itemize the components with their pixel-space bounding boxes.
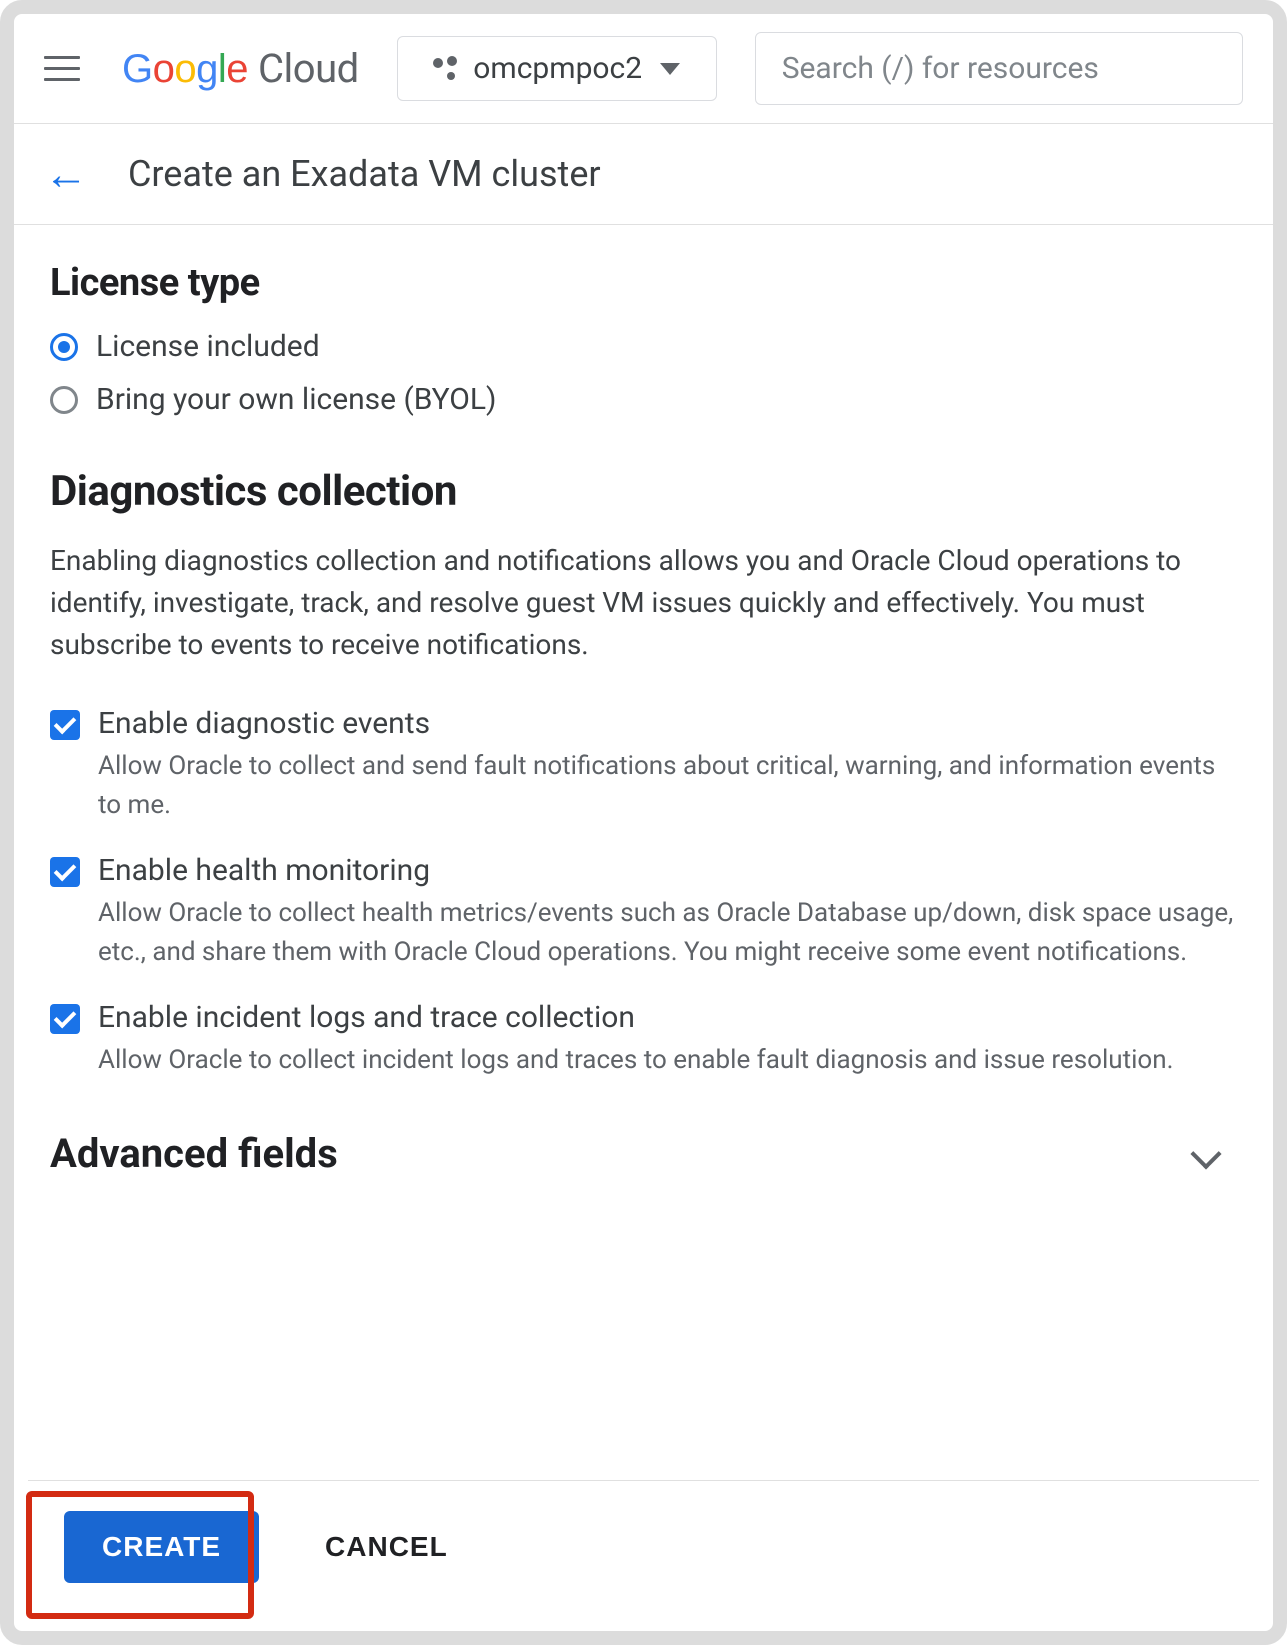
main-content: License type License included Bring your… <box>14 225 1273 1496</box>
logo-letter: g <box>196 47 218 91</box>
radio-label: Bring your own license (BYOL) <box>96 382 497 417</box>
diagnostics-description: Enabling diagnostics collection and noti… <box>50 540 1237 666</box>
logo-letter: o <box>174 47 196 91</box>
create-button[interactable]: CREATE <box>64 1511 259 1583</box>
project-icon <box>433 58 455 80</box>
checkbox-sublabel: Allow Oracle to collect incident logs an… <box>98 1041 1173 1080</box>
checkbox-sublabel: Allow Oracle to collect health metrics/e… <box>98 894 1237 972</box>
checkbox-label: Enable diagnostic events <box>98 706 1237 741</box>
project-picker[interactable]: omcpmpoc2 <box>397 36 717 101</box>
google-cloud-logo[interactable]: Google Cloud <box>122 45 359 92</box>
footer-bar: CREATE CANCEL <box>28 1480 1259 1617</box>
logo-letter: o <box>153 47 175 91</box>
checkbox-diagnostic-events[interactable]: Enable diagnostic events Allow Oracle to… <box>50 706 1237 825</box>
checkbox-icon <box>50 710 80 740</box>
checkbox-icon <box>50 1004 80 1034</box>
radio-icon <box>50 333 78 361</box>
radio-icon <box>50 386 78 414</box>
logo-cloud-text: Cloud <box>258 45 359 92</box>
menu-icon[interactable] <box>44 49 84 89</box>
page-header: ← Create an Exadata VM cluster <box>14 124 1273 225</box>
logo-letter: l <box>218 47 226 91</box>
cancel-button[interactable]: CANCEL <box>319 1530 454 1564</box>
radio-byol[interactable]: Bring your own license (BYOL) <box>50 382 1237 417</box>
project-name: omcpmpoc2 <box>473 51 642 86</box>
checkbox-label: Enable incident logs and trace collectio… <box>98 1000 1173 1035</box>
top-bar: Google Cloud omcpmpoc2 Search (/) for re… <box>14 14 1273 124</box>
checkbox-sublabel: Allow Oracle to collect and send fault n… <box>98 747 1237 825</box>
page-title: Create an Exadata VM cluster <box>128 153 601 195</box>
radio-label: License included <box>96 329 320 364</box>
logo-letter: e <box>226 47 248 91</box>
search-input[interactable]: Search (/) for resources <box>755 32 1243 105</box>
logo-letter: G <box>122 47 153 91</box>
checkbox-icon <box>50 857 80 887</box>
diagnostics-heading: Diagnostics collection <box>50 467 1237 516</box>
checkbox-incident-logs[interactable]: Enable incident logs and trace collectio… <box>50 1000 1237 1080</box>
chevron-down-icon <box>1190 1138 1221 1169</box>
checkbox-health-monitoring[interactable]: Enable health monitoring Allow Oracle to… <box>50 853 1237 972</box>
advanced-fields-expander[interactable]: Advanced fields <box>50 1130 1237 1177</box>
back-arrow-icon[interactable]: ← <box>44 152 88 196</box>
license-radio-group: License included Bring your own license … <box>50 329 1237 417</box>
license-heading: License type <box>50 261 1237 305</box>
chevron-down-icon <box>660 63 680 75</box>
radio-license-included[interactable]: License included <box>50 329 1237 364</box>
advanced-heading: Advanced fields <box>50 1130 338 1177</box>
checkbox-label: Enable health monitoring <box>98 853 1237 888</box>
